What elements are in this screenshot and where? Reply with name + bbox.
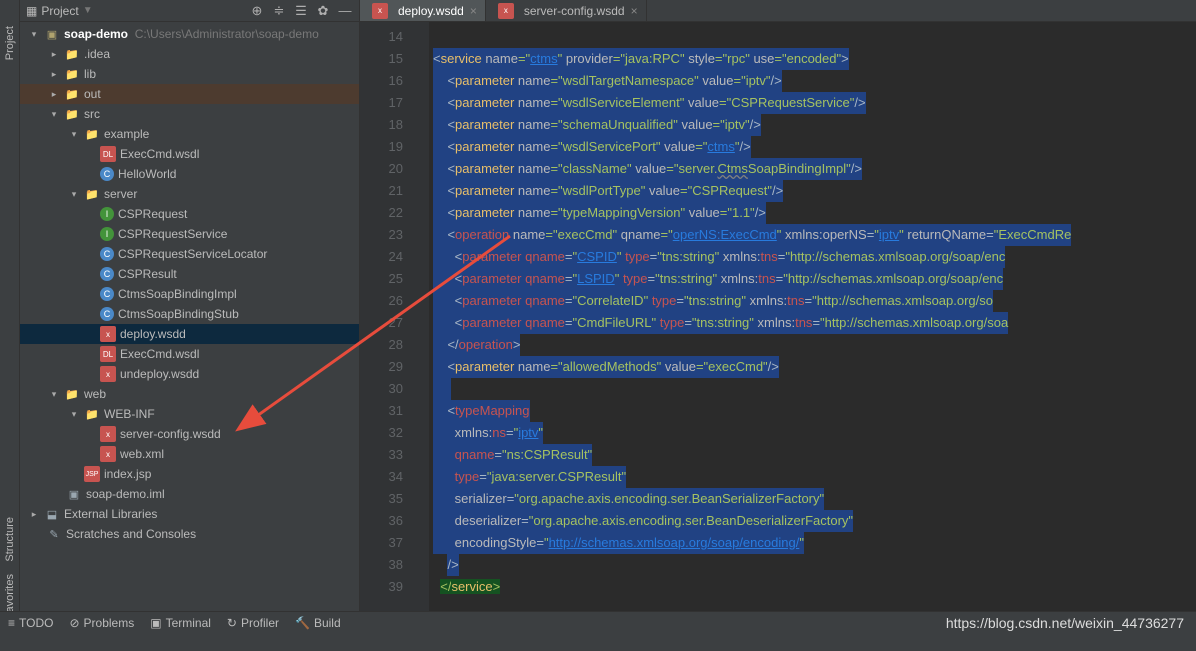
- folder-icon: [64, 66, 80, 82]
- tree-scratches[interactable]: ✎Scratches and Consoles: [20, 524, 359, 544]
- tree-extlibs[interactable]: ▸⬓External Libraries: [20, 504, 359, 524]
- rail-project[interactable]: Project: [4, 20, 16, 66]
- fold-area: [415, 22, 429, 629]
- tree-server[interactable]: ▾server: [20, 184, 359, 204]
- class-icon: C: [100, 267, 114, 281]
- tree-out[interactable]: ▸out: [20, 84, 359, 104]
- libs-icon: ⬓: [44, 506, 60, 522]
- pkg-icon: [84, 126, 100, 142]
- editor-body[interactable]: 1415161718192021222324252627282930313233…: [360, 22, 1196, 629]
- wsdd-icon: x: [100, 426, 116, 442]
- tree-impl[interactable]: CCtmsSoapBindingImpl: [20, 284, 359, 304]
- gear-icon[interactable]: ✿: [315, 3, 331, 19]
- tab-bar: xdeploy.wsdd× xserver-config.wsdd×: [360, 0, 1196, 22]
- tree-webinf[interactable]: ▾WEB-INF: [20, 404, 359, 424]
- hide-icon[interactable]: —: [337, 3, 353, 19]
- terminal-button[interactable]: ▣Terminal: [150, 616, 211, 630]
- folder-icon: [64, 46, 80, 62]
- wsdd-icon: x: [100, 366, 116, 382]
- tree-deploy[interactable]: xdeploy.wsdd: [20, 324, 359, 344]
- tree-execwsdl1[interactable]: DLExecCmd.wsdl: [20, 144, 359, 164]
- gutter: 1415161718192021222324252627282930313233…: [360, 22, 415, 629]
- class-icon: C: [100, 287, 114, 301]
- tree-web[interactable]: ▾web: [20, 384, 359, 404]
- project-tree[interactable]: ▾▣soap-demo C:\Users\Administrator\soap-…: [20, 22, 359, 651]
- problems-button[interactable]: ⊘Problems: [69, 616, 134, 630]
- iml-icon: ▣: [66, 486, 82, 502]
- wsdl-icon: DL: [100, 346, 116, 362]
- tree-serverconfig[interactable]: xserver-config.wsdd: [20, 424, 359, 444]
- close-icon[interactable]: ×: [631, 4, 638, 18]
- tree-webxml[interactable]: xweb.xml: [20, 444, 359, 464]
- folder-icon: [64, 86, 80, 102]
- wsdd-icon: x: [498, 3, 514, 19]
- tree-locator[interactable]: CCSPRequestServiceLocator: [20, 244, 359, 264]
- editor-area: xdeploy.wsdd× xserver-config.wsdd× 14151…: [360, 0, 1196, 651]
- folder-icon: [84, 406, 100, 422]
- expand-icon[interactable]: ≑: [271, 3, 287, 19]
- jsp-icon: JSP: [84, 466, 100, 482]
- collapse-icon[interactable]: ☰: [293, 3, 309, 19]
- xml-icon: x: [100, 446, 116, 462]
- tree-csprequestservice[interactable]: ICSPRequestService: [20, 224, 359, 244]
- tree-src[interactable]: ▾src: [20, 104, 359, 124]
- todo-button[interactable]: ≡TODO: [8, 616, 53, 630]
- rail-structure[interactable]: Structure: [4, 511, 16, 568]
- status-bar: [0, 633, 1196, 651]
- panel-header: ▦ Project ▼ ⊕ ≑ ☰ ✿ —: [20, 0, 359, 22]
- folder-icon: ▦: [26, 4, 37, 18]
- tab-deploy[interactable]: xdeploy.wsdd×: [360, 0, 486, 21]
- project-panel: ▦ Project ▼ ⊕ ≑ ☰ ✿ — ▾▣soap-demo C:\Use…: [20, 0, 360, 651]
- locate-icon[interactable]: ⊕: [249, 3, 265, 19]
- tree-example[interactable]: ▾example: [20, 124, 359, 144]
- scratch-icon: ✎: [46, 526, 62, 542]
- pkg-icon: [84, 186, 100, 202]
- interface-icon: I: [100, 227, 114, 241]
- wsdd-icon: x: [372, 3, 388, 19]
- wsdl-icon: DL: [100, 146, 116, 162]
- profiler-button[interactable]: ↻Profiler: [227, 616, 279, 630]
- tab-serverconfig[interactable]: xserver-config.wsdd×: [486, 0, 647, 21]
- build-button[interactable]: 🔨Build: [295, 616, 341, 630]
- web-folder-icon: [64, 386, 80, 402]
- panel-title[interactable]: Project: [41, 4, 78, 18]
- tree-undeploy[interactable]: xundeploy.wsdd: [20, 364, 359, 384]
- class-icon: C: [100, 247, 114, 261]
- tree-idea[interactable]: ▸.idea: [20, 44, 359, 64]
- tree-cspresult[interactable]: CCSPResult: [20, 264, 359, 284]
- tree-lib[interactable]: ▸lib: [20, 64, 359, 84]
- interface-icon: I: [100, 207, 114, 221]
- left-tool-rail: Project Structure Favorites ★: [0, 0, 20, 651]
- class-icon: C: [100, 307, 114, 321]
- src-folder-icon: [64, 106, 80, 122]
- close-icon[interactable]: ×: [470, 4, 477, 18]
- tree-hello[interactable]: CHelloWorld: [20, 164, 359, 184]
- tree-csprequest[interactable]: ICSPRequest: [20, 204, 359, 224]
- watermark: https://blog.csdn.net/weixin_44736277: [946, 615, 1184, 631]
- tree-iml[interactable]: ▣soap-demo.iml: [20, 484, 359, 504]
- module-icon: ▣: [44, 26, 60, 42]
- code-area[interactable]: <service name="ctms" provider="java:RPC"…: [429, 22, 1196, 629]
- tree-execwsdl2[interactable]: DLExecCmd.wsdl: [20, 344, 359, 364]
- wsdd-icon: x: [100, 326, 116, 342]
- tree-indexjsp[interactable]: JSPindex.jsp: [20, 464, 359, 484]
- class-icon: C: [100, 167, 114, 181]
- tree-root[interactable]: ▾▣soap-demo C:\Users\Administrator\soap-…: [20, 24, 359, 44]
- tree-stub[interactable]: CCtmsSoapBindingStub: [20, 304, 359, 324]
